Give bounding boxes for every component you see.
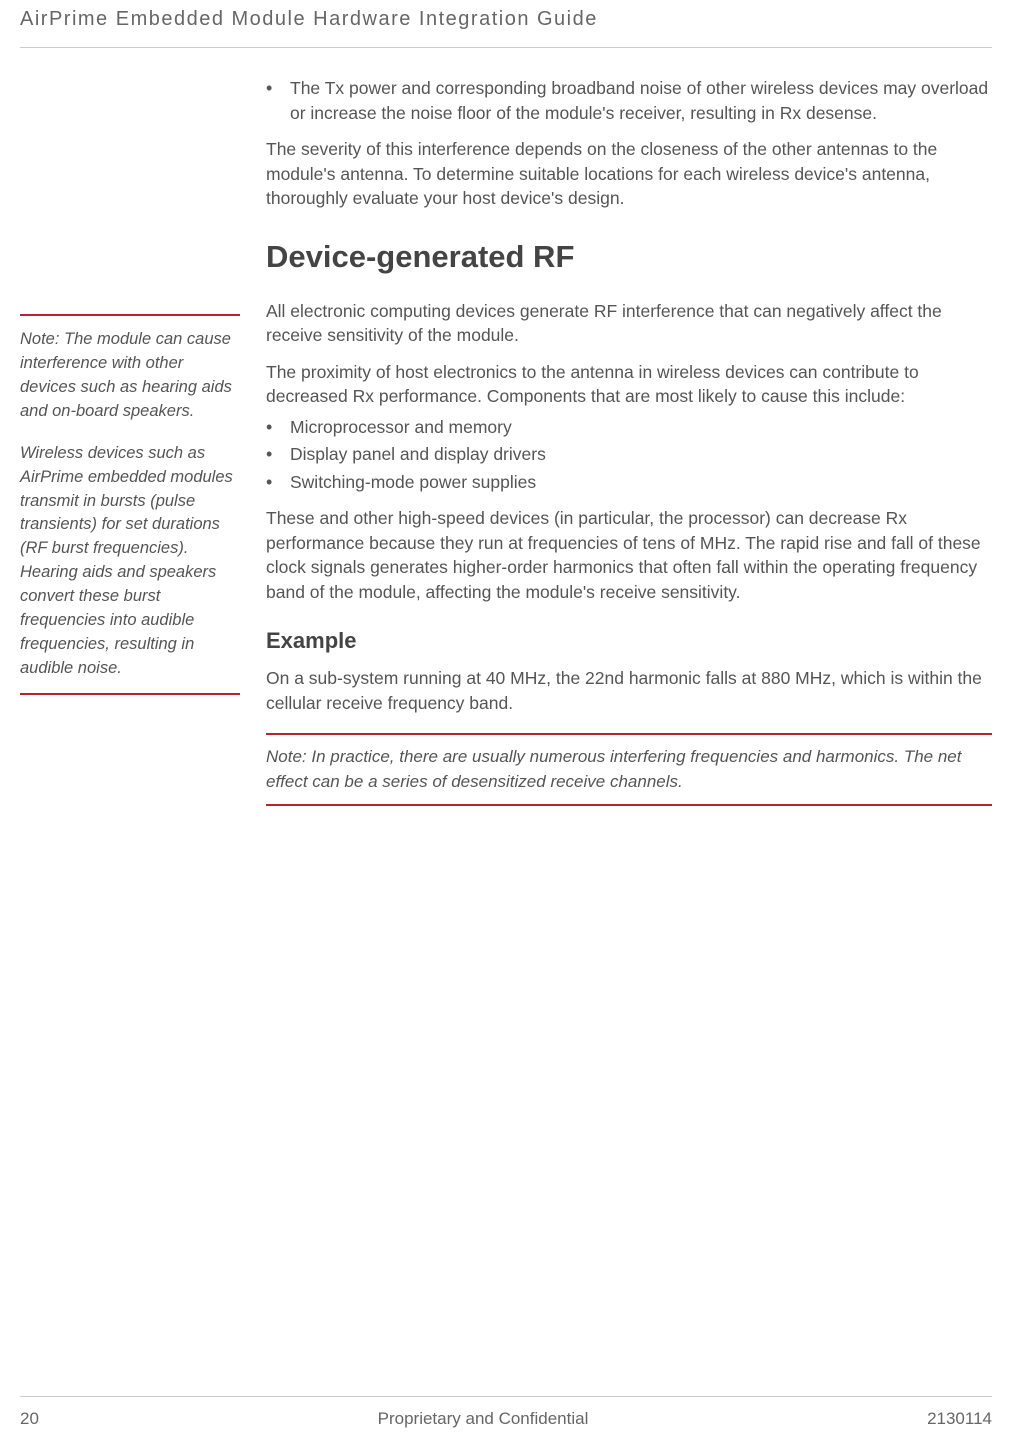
list-item: The Tx power and corresponding broadband… xyxy=(290,76,992,125)
note-label: Note: xyxy=(20,330,59,348)
para-proximity: The proximity of host electronics to the… xyxy=(266,360,992,409)
intro-bullet-list: The Tx power and corresponding broadband… xyxy=(266,76,992,125)
heading-example: Example xyxy=(266,628,992,654)
inline-note: Note: In practice, there are usually num… xyxy=(266,733,992,806)
inline-note-label: Note: xyxy=(266,747,307,766)
list-item: Display panel and display drivers xyxy=(290,442,992,467)
main-column: The Tx power and corresponding broadband… xyxy=(266,76,992,806)
inline-note-body: In practice, there are usually numerous … xyxy=(266,747,962,791)
footer-page-number: 20 xyxy=(20,1409,39,1429)
footer-confidentiality: Proprietary and Confidential xyxy=(378,1409,589,1429)
list-item: Switching-mode power supplies xyxy=(290,470,992,495)
sidebar-note-para1: Note: The module can cause interference … xyxy=(20,328,240,424)
para-example: On a sub-system running at 40 MHz, the 2… xyxy=(266,666,992,715)
para-intro-rf: All electronic computing devices generat… xyxy=(266,299,992,348)
list-item: Microprocessor and memory xyxy=(290,415,992,440)
para-severity: The severity of this interference depend… xyxy=(266,137,992,211)
sidebar-column: Note: The module can cause interference … xyxy=(20,76,240,806)
page-header: AirPrime Embedded Module Hardware Integr… xyxy=(20,0,992,48)
sidebar-note-para2: Wireless devices such as AirPrime embedd… xyxy=(20,442,240,681)
heading-device-rf: Device-generated RF xyxy=(266,239,992,275)
para-highspeed: These and other high-speed devices (in p… xyxy=(266,506,992,604)
page-footer: 20 Proprietary and Confidential 2130114 xyxy=(20,1396,992,1429)
footer-doc-id: 2130114 xyxy=(927,1409,992,1429)
component-list: Microprocessor and memory Display panel … xyxy=(266,415,992,495)
sidebar-note: Note: The module can cause interference … xyxy=(20,314,240,695)
content-wrapper: Note: The module can cause interference … xyxy=(20,76,992,806)
header-title: AirPrime Embedded Module Hardware Integr… xyxy=(20,8,598,30)
